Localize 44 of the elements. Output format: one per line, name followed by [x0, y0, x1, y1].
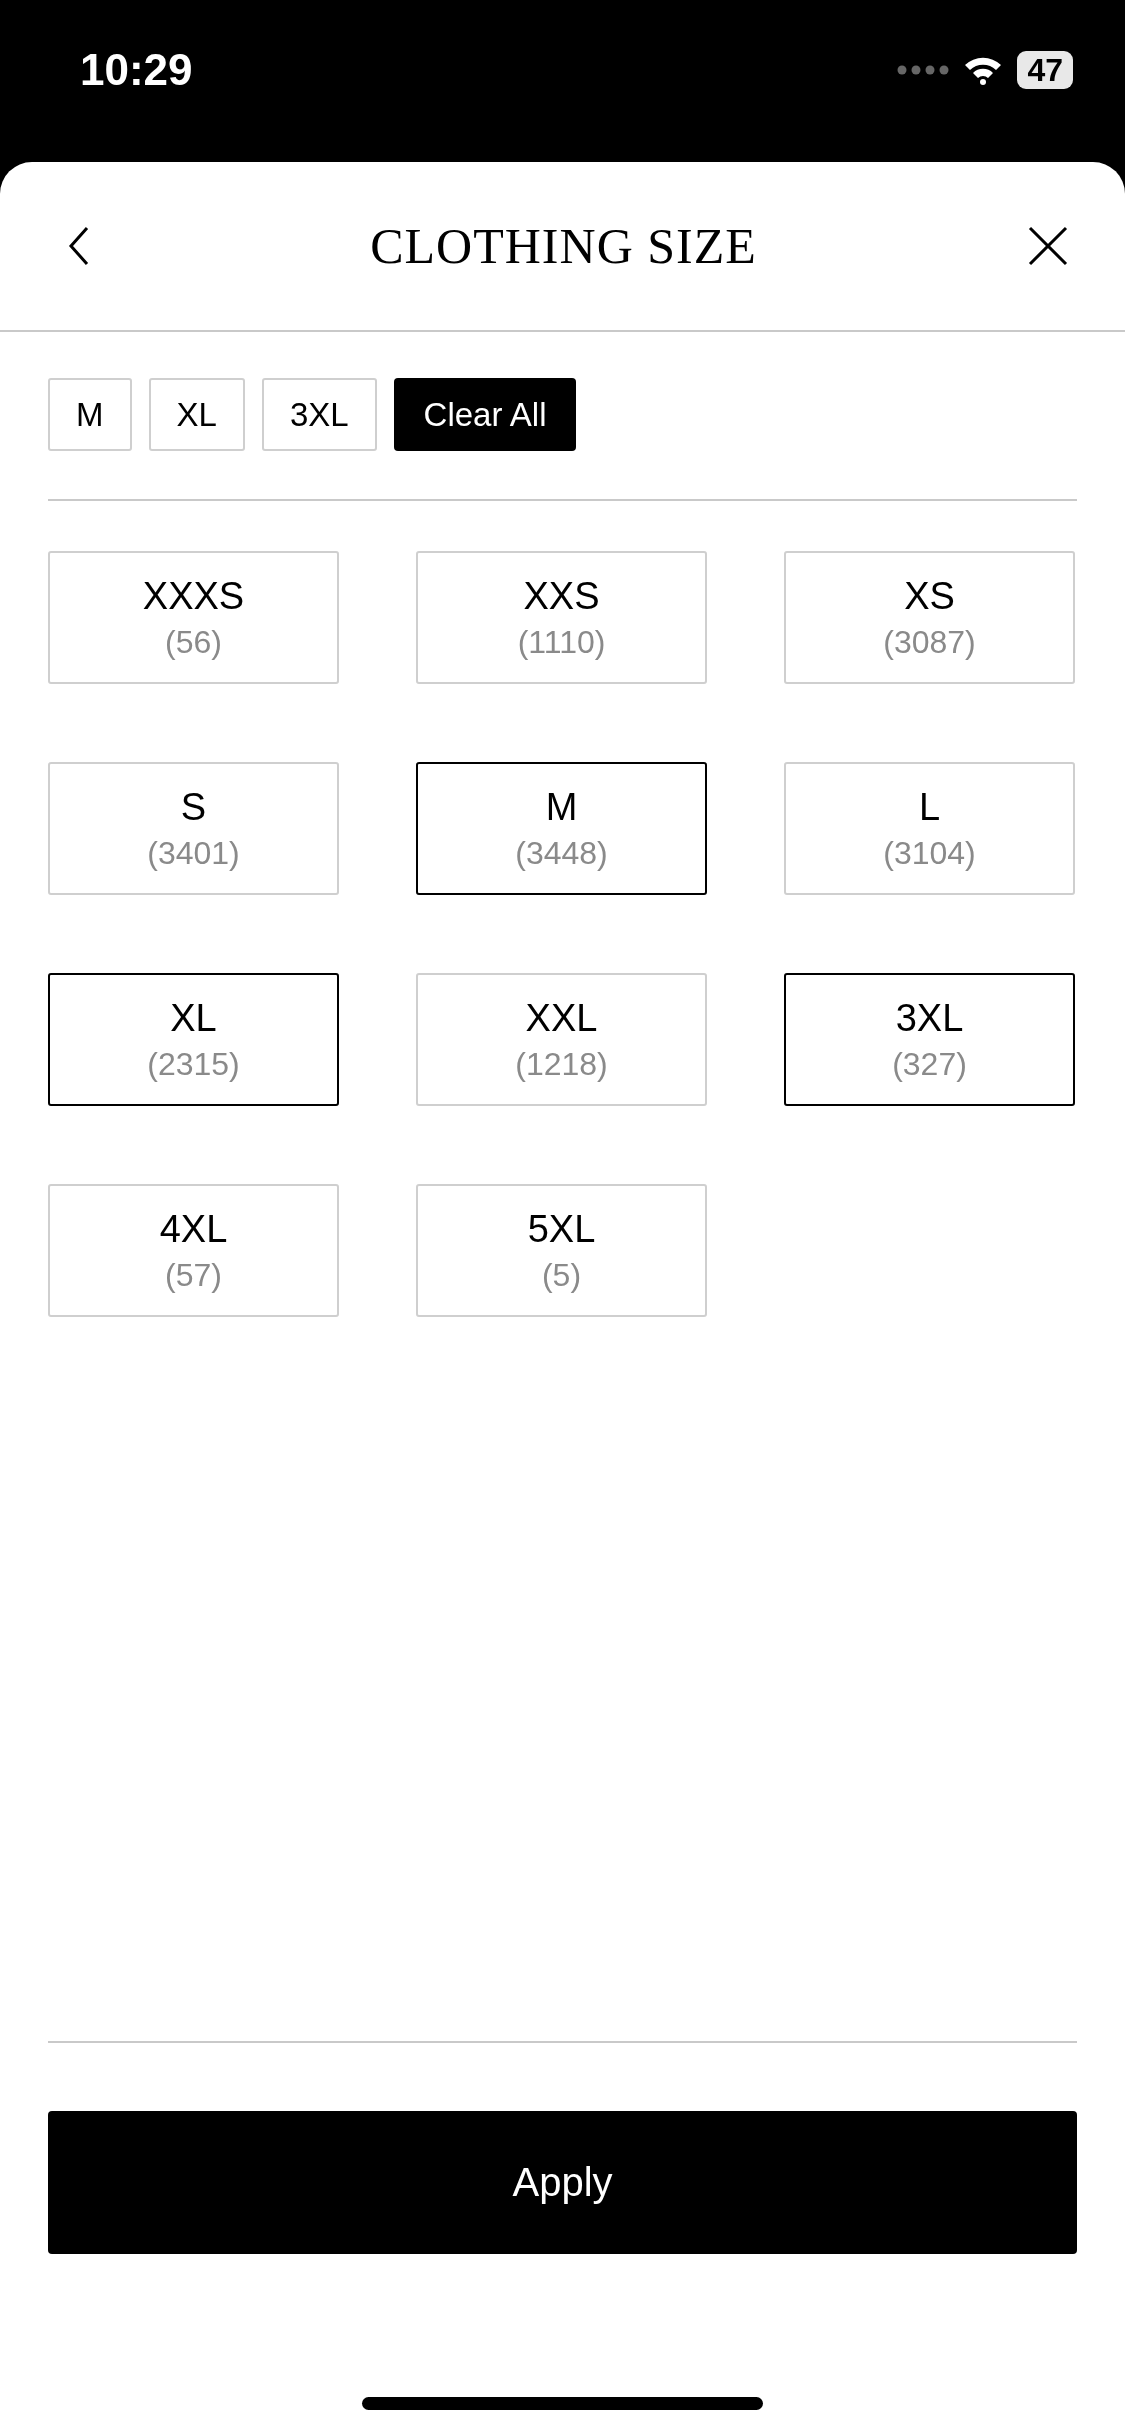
size-option[interactable]: XS (3087)	[784, 551, 1075, 684]
size-option[interactable]: XL (2315)	[48, 973, 339, 1106]
wifi-icon	[963, 55, 1004, 85]
size-option[interactable]: 3XL (327)	[784, 973, 1075, 1106]
size-label: XXS	[523, 573, 600, 618]
size-option[interactable]: XXXS (56)	[48, 551, 339, 684]
size-label: 3XL	[895, 995, 964, 1040]
size-label: S	[180, 784, 207, 829]
size-count: (3448)	[515, 833, 608, 873]
size-label: 4XL	[159, 1206, 228, 1251]
size-count: (3087)	[883, 622, 976, 662]
selected-size-chip[interactable]: M	[48, 378, 132, 451]
size-label: M	[545, 784, 578, 829]
clear-all-button[interactable]: Clear All	[393, 378, 577, 451]
size-option[interactable]: XXL (1218)	[416, 973, 707, 1106]
size-label: L	[918, 784, 941, 829]
battery-level: 47	[1017, 51, 1073, 89]
size-count: (57)	[165, 1255, 222, 1295]
signal-icon	[897, 65, 950, 75]
size-label: XXXS	[142, 573, 245, 618]
apply-button[interactable]: Apply	[48, 2111, 1077, 2254]
size-option[interactable]: 5XL (5)	[416, 1184, 707, 1317]
size-option[interactable]: XXS (1110)	[416, 551, 707, 684]
status-time: 10:29	[80, 44, 193, 96]
size-label: XXL	[525, 995, 598, 1040]
selected-size-chip[interactable]: XL	[148, 378, 245, 451]
size-label: XS	[904, 573, 955, 618]
size-count: (56)	[165, 622, 222, 662]
size-count: (327)	[892, 1044, 967, 1084]
size-count: (3401)	[147, 833, 240, 873]
size-option[interactable]: 4XL (57)	[48, 1184, 339, 1317]
selected-size-chip[interactable]: 3XL	[261, 378, 377, 451]
size-count: (1218)	[515, 1044, 608, 1084]
size-count: (2315)	[147, 1044, 240, 1084]
size-label: XL	[170, 995, 217, 1040]
size-count: (5)	[541, 1255, 582, 1295]
size-label: 5XL	[527, 1206, 596, 1251]
size-count: (3104)	[883, 833, 976, 873]
size-option[interactable]: M (3448)	[416, 762, 707, 895]
sheet-title: CLOTHING SIZE	[370, 217, 757, 275]
size-option[interactable]: S (3401)	[48, 762, 339, 895]
size-option[interactable]: L (3104)	[784, 762, 1075, 895]
close-button[interactable]	[1027, 225, 1069, 267]
size-count: (1110)	[517, 622, 606, 662]
